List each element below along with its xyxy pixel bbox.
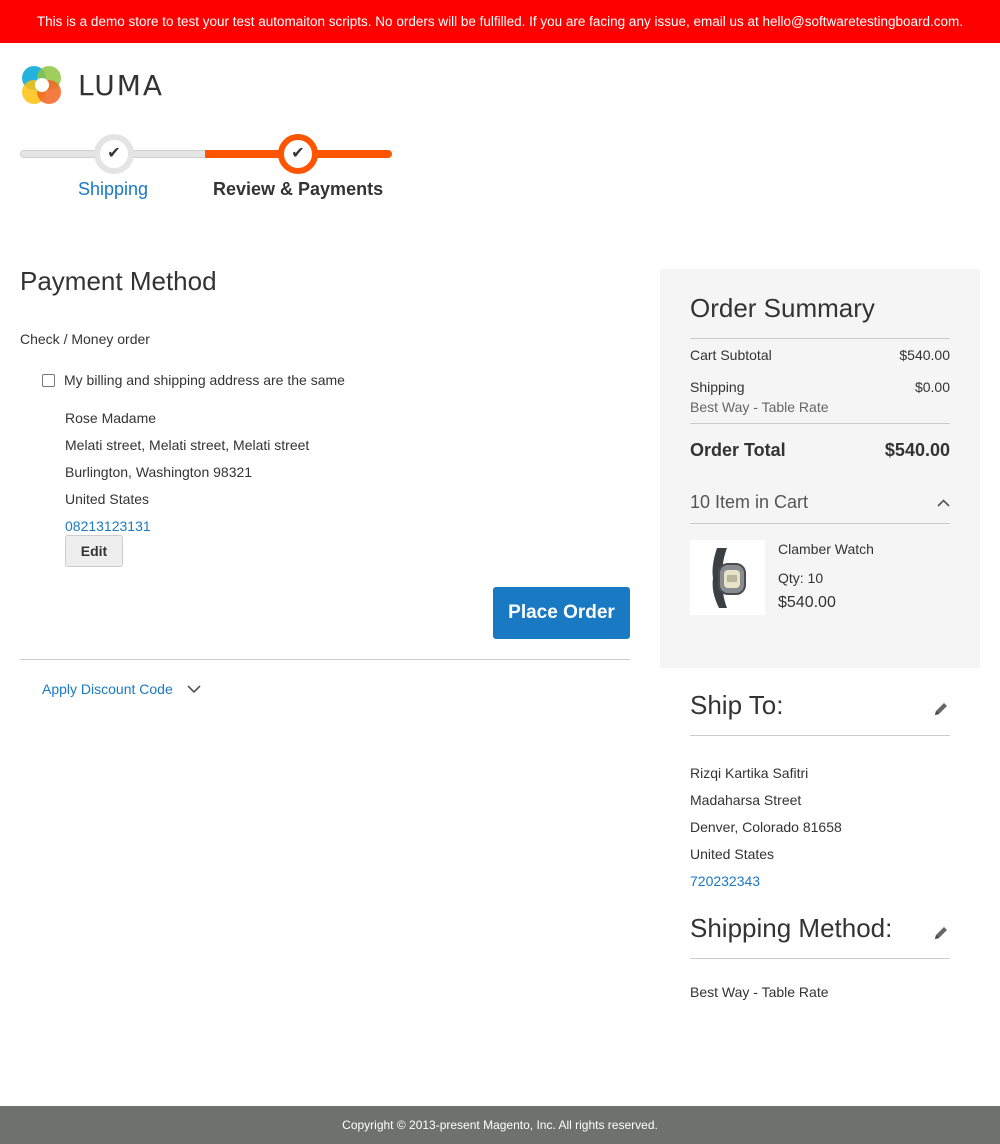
order-total-value: $540.00 (884, 440, 950, 460)
shipping-step-check-icon: ✔ (94, 134, 134, 174)
cart-subtotal-label: Cart Subtotal (690, 347, 772, 363)
demo-store-banner: This is a demo store to test your test a… (0, 0, 1000, 43)
shipping-row: Shipping $0.00 (690, 379, 950, 395)
billing-street: Melati street, Melati street, Melati str… (65, 437, 310, 453)
ship-to-country: United States (690, 846, 775, 862)
divider (20, 659, 630, 660)
payment-method-option[interactable]: Check / Money order (20, 331, 150, 347)
divider (690, 338, 950, 339)
billing-same-as-shipping[interactable]: My billing and shipping address are the … (42, 372, 345, 388)
shipping-label: Shipping (690, 379, 745, 395)
apply-discount-label: Apply Discount Code (42, 681, 173, 697)
cart-subtotal-value: $540.00 (899, 347, 950, 363)
apply-discount-toggle[interactable]: Apply Discount Code (42, 681, 201, 697)
product-price: $540.00 (778, 594, 836, 611)
ship-to-city-line: Denver, Colorado 81658 (690, 819, 842, 835)
footer-copyright: Copyright © 2013-present Magento, Inc. A… (0, 1106, 1000, 1144)
order-summary-title: Order Summary (690, 293, 875, 323)
chevron-down-icon (187, 684, 201, 693)
luma-logo-icon (22, 66, 61, 104)
order-total-label: Order Total (690, 440, 786, 460)
billing-name: Rose Madame (65, 410, 157, 426)
ship-to-address: Rizqi Kartika Safitri Madaharsa Street D… (690, 760, 842, 895)
divider (690, 735, 950, 736)
review-step-check-icon: ✔ (278, 134, 318, 174)
ship-to-phone-link[interactable]: 720232343 (690, 868, 842, 895)
edit-billing-button[interactable]: Edit (65, 535, 123, 567)
ship-to-street: Madaharsa Street (690, 792, 802, 808)
edit-ship-to-pencil-icon[interactable] (932, 700, 950, 718)
chevron-up-icon (937, 498, 950, 507)
product-name: Clamber Watch (778, 541, 874, 557)
progress-step-shipping[interactable]: Shipping (78, 179, 148, 200)
order-total-row: Order Total $540.00 (690, 440, 950, 461)
ship-to-title: Ship To: (690, 690, 784, 720)
ship-to-name: Rizqi Kartika Safitri (690, 765, 809, 781)
edit-shipping-method-pencil-icon[interactable] (932, 924, 950, 942)
shipping-method-value: Best Way - Table Rate (690, 984, 829, 1000)
order-summary-panel: Order Summary Cart Subtotal $540.00 Ship… (660, 269, 980, 668)
shipping-value: $0.00 (914, 379, 950, 395)
progress-step-review-payments: Review & Payments (213, 179, 384, 199)
watch-icon (712, 547, 746, 608)
product-image (690, 540, 765, 615)
billing-same-label: My billing and shipping address are the … (64, 372, 345, 388)
billing-same-checkbox[interactable] (42, 373, 55, 387)
billing-address: Rose Madame Melati street, Melati street… (65, 405, 309, 540)
shipping-method-title: Shipping Method: (690, 913, 893, 943)
divider (690, 958, 950, 959)
logo-text: LUMA (78, 68, 165, 102)
divider (690, 523, 950, 524)
luma-logo[interactable]: LUMA (20, 63, 164, 107)
items-in-cart-toggle[interactable]: 10 Item in Cart (690, 492, 950, 513)
place-order-button[interactable]: Place Order (493, 587, 630, 639)
divider (690, 423, 950, 424)
cart-subtotal-row: Cart Subtotal $540.00 (690, 347, 950, 363)
product-qty: Qty: 10 (778, 570, 824, 586)
billing-country: United States (65, 491, 150, 507)
billing-city-line: Burlington, Washington 98321 (65, 464, 253, 480)
items-in-cart-label: 10 Item in Cart (690, 492, 809, 512)
payment-method-title: Payment Method (20, 266, 217, 296)
shipping-method-name: Best Way - Table Rate (690, 399, 829, 415)
checkout-progress-bar: ✔ ✔ Shipping Review & Payments (20, 130, 392, 205)
